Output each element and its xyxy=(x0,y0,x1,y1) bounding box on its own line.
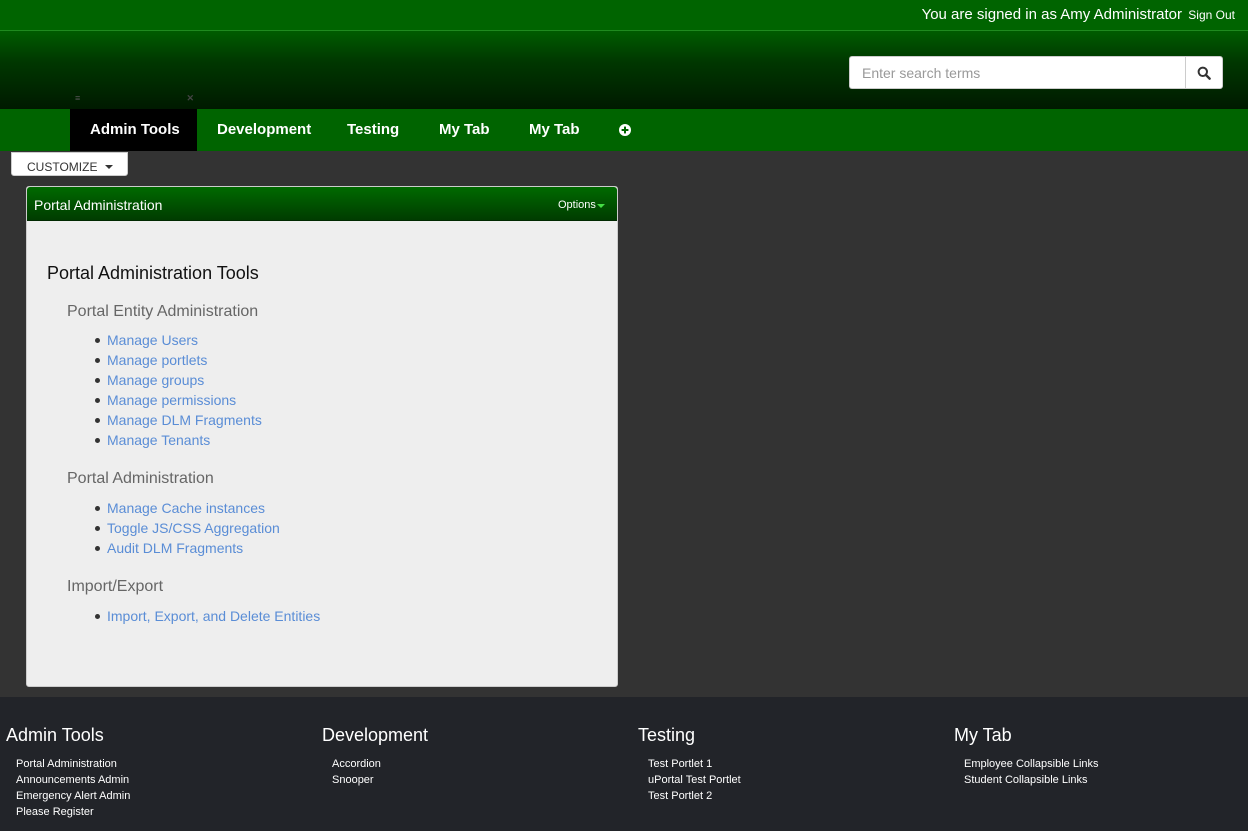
portlet-options-button[interactable]: Options xyxy=(558,199,596,211)
signed-in-text: You are signed in as Amy Administrator xyxy=(921,6,1182,23)
sign-out-link[interactable]: Sign Out xyxy=(1188,8,1235,22)
manage-cache-link[interactable]: Manage Cache instances xyxy=(107,500,265,516)
search-button[interactable] xyxy=(1185,56,1223,89)
list-item: Manage portlets xyxy=(95,350,262,370)
footer-link[interactable]: Test Portlet 2 xyxy=(648,788,741,804)
footer-sitemap: Admin Tools Portal Administration Announ… xyxy=(0,697,1248,831)
footer-heading[interactable]: My Tab xyxy=(954,725,1012,746)
section-title-import-export: Import/Export xyxy=(67,578,164,595)
manage-dlm-fragments-link[interactable]: Manage DLM Fragments xyxy=(107,412,262,428)
drag-handle-icon[interactable]: ≡ xyxy=(75,94,80,103)
tab-my-tab[interactable]: My Tab xyxy=(439,109,490,151)
portlet-header: Portal Administration Options xyxy=(27,187,617,221)
list-item: Audit DLM Fragments xyxy=(95,538,280,558)
audit-dlm-fragments-link[interactable]: Audit DLM Fragments xyxy=(107,540,243,556)
list-item: Import, Export, and Delete Entities xyxy=(94,606,320,626)
tab-testing[interactable]: Testing xyxy=(347,109,399,151)
search-input[interactable] xyxy=(849,56,1185,89)
manage-portlets-link[interactable]: Manage portlets xyxy=(107,352,207,368)
footer-links: Employee Collapsible Links Student Colla… xyxy=(964,756,1099,788)
toggle-aggregation-link[interactable]: Toggle JS/CSS Aggregation xyxy=(107,520,280,536)
top-bar: You are signed in as Amy Administrator S… xyxy=(0,0,1248,31)
portal-administration-portlet: Portal Administration Options Portal Adm… xyxy=(26,186,618,687)
list-item: Manage DLM Fragments xyxy=(95,410,262,430)
section-title-entity-admin: Portal Entity Administration xyxy=(67,303,259,320)
plus-circle-icon[interactable] xyxy=(618,123,632,137)
footer-link[interactable]: Announcements Admin xyxy=(16,772,130,788)
tab-admin-tools[interactable]: ≡ Admin Tools ✕ xyxy=(70,94,197,151)
footer-heading[interactable]: Testing xyxy=(638,725,695,746)
portlet-heading: Portal Administration Tools xyxy=(47,263,259,283)
footer-link[interactable]: Emergency Alert Admin xyxy=(16,788,130,804)
footer-link[interactable]: Snooper xyxy=(332,772,381,788)
footer-heading[interactable]: Development xyxy=(322,725,428,746)
section-title-portal-admin: Portal Administration xyxy=(67,470,214,487)
import-export-delete-link[interactable]: Import, Export, and Delete Entities xyxy=(107,608,320,624)
tab-development[interactable]: Development xyxy=(217,109,311,151)
footer-links: Test Portlet 1 uPortal Test Portlet Test… xyxy=(648,756,741,804)
list-item: Manage Users xyxy=(95,330,262,350)
main-nav: ≡ Admin Tools ✕ Development Testing My T… xyxy=(0,94,1248,151)
caret-down-icon[interactable] xyxy=(597,204,605,208)
footer-link[interactable]: Employee Collapsible Links xyxy=(964,756,1099,772)
manage-groups-link[interactable]: Manage groups xyxy=(107,372,204,388)
manage-permissions-link[interactable]: Manage permissions xyxy=(107,392,236,408)
search-form xyxy=(849,56,1223,89)
footer-link[interactable]: Portal Administration xyxy=(16,756,130,772)
list-item: Manage groups xyxy=(95,370,262,390)
footer-link[interactable]: Test Portlet 1 xyxy=(648,756,741,772)
footer-link[interactable]: Student Collapsible Links xyxy=(964,772,1099,788)
list-item: Manage Tenants xyxy=(95,430,262,450)
portlet-title: Portal Administration xyxy=(34,197,163,213)
tab-label: Admin Tools xyxy=(90,121,180,138)
footer-links: Portal Administration Announcements Admi… xyxy=(16,756,130,820)
list-item: Manage permissions xyxy=(95,390,262,410)
caret-down-icon xyxy=(105,165,113,169)
manage-tenants-link[interactable]: Manage Tenants xyxy=(107,432,210,448)
close-icon[interactable]: ✕ xyxy=(186,94,194,103)
manage-users-link[interactable]: Manage Users xyxy=(107,332,198,348)
list-item: Toggle JS/CSS Aggregation xyxy=(95,518,280,538)
footer-link[interactable]: Accordion xyxy=(332,756,381,772)
customize-button[interactable]: CUSTOMIZE xyxy=(11,152,128,176)
entity-admin-links: Manage Users Manage portlets Manage grou… xyxy=(95,330,262,450)
search-icon xyxy=(1197,66,1211,80)
footer-links: Accordion Snooper xyxy=(332,756,381,788)
tab-my-tab-2[interactable]: My Tab xyxy=(529,109,580,151)
footer-heading[interactable]: Admin Tools xyxy=(6,725,104,746)
customize-label: CUSTOMIZE xyxy=(27,160,98,174)
portal-admin-links: Manage Cache instances Toggle JS/CSS Agg… xyxy=(95,498,280,558)
footer-link[interactable]: uPortal Test Portlet xyxy=(648,772,741,788)
list-item: Manage Cache instances xyxy=(95,498,280,518)
import-export-links: Import, Export, and Delete Entities xyxy=(94,606,320,626)
footer-link[interactable]: Please Register xyxy=(16,804,130,820)
